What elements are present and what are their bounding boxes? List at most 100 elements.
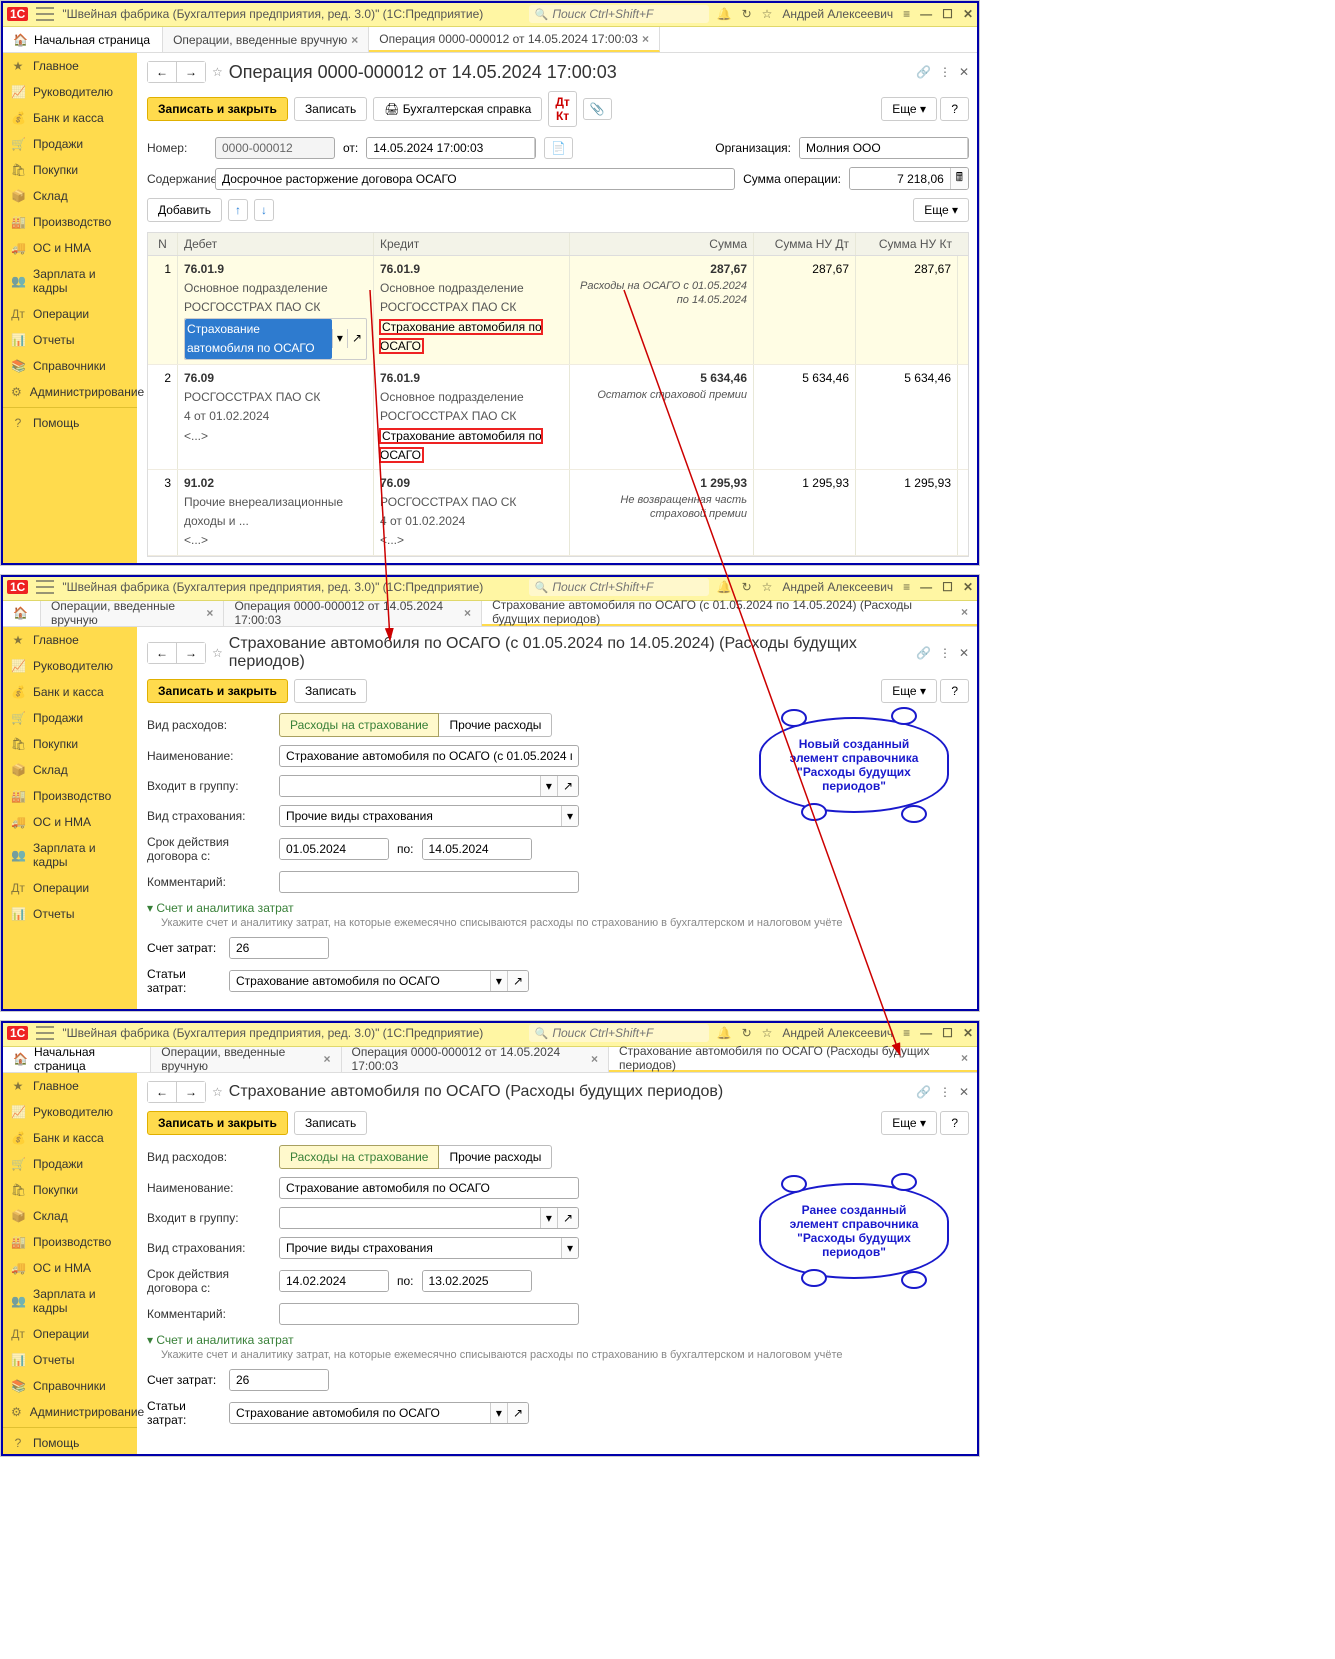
close-icon[interactable]: ✕ xyxy=(963,7,973,21)
search-box[interactable] xyxy=(529,5,709,23)
hamburger-icon[interactable] xyxy=(36,580,54,594)
date-from-input[interactable] xyxy=(280,839,389,859)
sidebar-main[interactable]: ★Главное xyxy=(1,53,137,79)
nav-back-button[interactable]: ← xyxy=(148,62,177,82)
instype-input[interactable] xyxy=(280,806,561,826)
sidebar-bank[interactable]: 💰Банк и касса xyxy=(1,105,137,131)
table-row[interactable]: 3 91.02 Прочие внереализационные доходы … xyxy=(148,470,968,556)
attach-button[interactable]: 📎 xyxy=(583,98,612,120)
save-close-button[interactable]: Записать и закрыть xyxy=(147,97,288,121)
sidebar-salary[interactable]: 👥Зарплата и кадры xyxy=(1,261,137,301)
more-button[interactable]: Еще ▾ xyxy=(881,97,937,121)
search-input[interactable] xyxy=(552,7,709,21)
selected-subconto[interactable]: Страхование автомобиля по ОСАГО xyxy=(185,319,332,359)
menu-icon[interactable]: ≡ xyxy=(903,7,910,21)
tab-rbp-doc[interactable]: Страхование автомобиля по ОСАГО (с 01.05… xyxy=(482,601,979,626)
search-input[interactable] xyxy=(552,1026,709,1040)
bell-icon[interactable]: 🔔 xyxy=(717,7,732,21)
date-to-input[interactable] xyxy=(423,839,532,859)
sum-input[interactable] xyxy=(850,168,950,189)
sidebar-buy[interactable]: 🛍Покупки xyxy=(1,157,137,183)
dropdown-icon[interactable]: ▾ xyxy=(540,776,557,796)
pill-other[interactable]: Прочие расходы xyxy=(439,1145,552,1169)
table-row[interactable]: 1 76.01.9 Основное подразделение РОСГОСС… xyxy=(148,256,968,365)
buh-report-button[interactable]: 🖨 Бухгалтерская справка xyxy=(373,97,542,121)
sidebar-stock[interactable]: 📦Склад xyxy=(1,183,137,209)
open-ref-icon[interactable]: ↗ xyxy=(347,329,366,348)
favorite-icon[interactable]: ☆ xyxy=(212,65,223,79)
user-name[interactable]: Андрей Алексеевич xyxy=(782,7,893,21)
tab-close-icon[interactable]: × xyxy=(351,33,358,47)
pill-other[interactable]: Прочие расходы xyxy=(439,713,552,737)
star-icon[interactable]: ☆ xyxy=(762,580,773,594)
calc-icon[interactable]: 🖩 xyxy=(950,168,968,189)
sidebar-reports[interactable]: 📊Отчеты xyxy=(1,327,137,353)
tab-rbp-doc[interactable]: Страхование автомобиля по ОСАГО (Расходы… xyxy=(609,1047,979,1072)
name-input[interactable] xyxy=(279,745,579,767)
bell-icon[interactable]: 🔔 xyxy=(717,580,732,594)
move-up-button[interactable]: ↑ xyxy=(228,199,248,221)
search-box[interactable] xyxy=(529,578,709,596)
add-row-button[interactable]: Добавить xyxy=(147,198,222,222)
close-doc-icon[interactable]: ✕ xyxy=(959,65,969,79)
comment-input[interactable] xyxy=(279,1303,579,1325)
home-tab[interactable]: 🏠 xyxy=(1,601,41,626)
cost-analytics-header[interactable]: Счет и аналитика затрат xyxy=(147,901,969,915)
save-button[interactable]: Записать xyxy=(294,1111,367,1135)
more-button[interactable]: Еще ▾ xyxy=(881,679,937,703)
history-icon[interactable]: ↻ xyxy=(742,580,752,594)
dt-kt-button[interactable]: ДтКт xyxy=(548,91,576,127)
date-input[interactable] xyxy=(367,138,534,158)
tab-operation-doc[interactable]: Операция 0000-000012 от 14.05.2024 17:00… xyxy=(369,27,660,52)
name-input[interactable] xyxy=(279,1177,579,1199)
sidebar-help[interactable]: ?Помощь xyxy=(1,410,137,436)
content-input[interactable] xyxy=(215,168,735,190)
highlighted-subconto[interactable]: Страхование автомобиля по ОСАГО xyxy=(380,320,542,353)
link-icon[interactable]: 🔗 xyxy=(916,65,931,79)
dropdown-icon[interactable]: ▾ xyxy=(561,806,578,826)
sidebar-ops[interactable]: ДтОперации xyxy=(1,301,137,327)
move-down-button[interactable]: ↓ xyxy=(254,199,274,221)
dropdown-icon[interactable]: ▾ xyxy=(967,138,969,158)
sidebar-os[interactable]: 🚚ОС и НМА xyxy=(1,235,137,261)
home-tab[interactable]: 🏠 Начальная страница xyxy=(1,27,163,52)
save-button[interactable]: Записать xyxy=(294,679,367,703)
table-row[interactable]: 2 76.09 РОСГОССТРАХ ПАО СК 4 от 01.02.20… xyxy=(148,365,968,470)
sidebar-prod[interactable]: 🏭Производство xyxy=(1,209,137,235)
tab-ops[interactable]: Операции, введенные вручную× xyxy=(41,601,224,626)
search-input[interactable] xyxy=(552,580,709,594)
tab-close-icon[interactable]: × xyxy=(642,32,649,46)
open-ref-icon[interactable]: ↗ xyxy=(557,776,578,796)
menu-icon[interactable]: ≡ xyxy=(903,580,910,594)
save-close-button[interactable]: Записать и закрыть xyxy=(147,1111,288,1135)
help-button[interactable]: ? xyxy=(940,97,969,121)
group-input[interactable] xyxy=(280,1208,540,1228)
hamburger-icon[interactable] xyxy=(36,1026,54,1040)
save-close-button[interactable]: Записать и закрыть xyxy=(147,679,288,703)
tab-ops[interactable]: Операции, введенные вручную× xyxy=(151,1047,341,1072)
article-input[interactable] xyxy=(230,971,490,991)
cost-analytics-header[interactable]: Счет и аналитика затрат xyxy=(147,1333,969,1347)
dropdown-icon[interactable]: ▾ xyxy=(332,329,347,348)
help-button[interactable]: ? xyxy=(940,679,969,703)
comment-input[interactable] xyxy=(279,871,579,893)
group-input[interactable] xyxy=(280,776,540,796)
account-input[interactable] xyxy=(230,1370,329,1390)
sidebar-sales[interactable]: 🛒Продажи xyxy=(1,131,137,157)
options-icon[interactable]: ⋮ xyxy=(939,65,951,79)
tab-operation-doc[interactable]: Операция 0000-000012 от 14.05.2024 17:00… xyxy=(224,601,482,626)
home-tab[interactable]: 🏠 Начальная страница xyxy=(1,1047,151,1072)
tab-ops[interactable]: Операции, введенные вручную× xyxy=(163,27,369,52)
date-from-input[interactable] xyxy=(280,1271,389,1291)
pill-insurance[interactable]: Расходы на страхование xyxy=(279,1145,439,1169)
sidebar-refs[interactable]: 📚Справочники xyxy=(1,353,137,379)
org-input[interactable] xyxy=(800,138,967,158)
nav-fwd-button[interactable]: → xyxy=(177,643,205,663)
calendar-icon[interactable]: 📅 xyxy=(534,138,536,158)
highlighted-subconto[interactable]: Страхование автомобиля по ОСАГО xyxy=(380,429,542,462)
tab-operation-doc[interactable]: Операция 0000-000012 от 14.05.2024 17:00… xyxy=(342,1047,609,1072)
account-input[interactable] xyxy=(230,938,329,958)
date-to-input[interactable] xyxy=(423,1271,532,1291)
sidebar-manager[interactable]: 📈Руководителю xyxy=(1,79,137,105)
sidebar-admin[interactable]: ⚙Администрирование xyxy=(1,379,137,405)
